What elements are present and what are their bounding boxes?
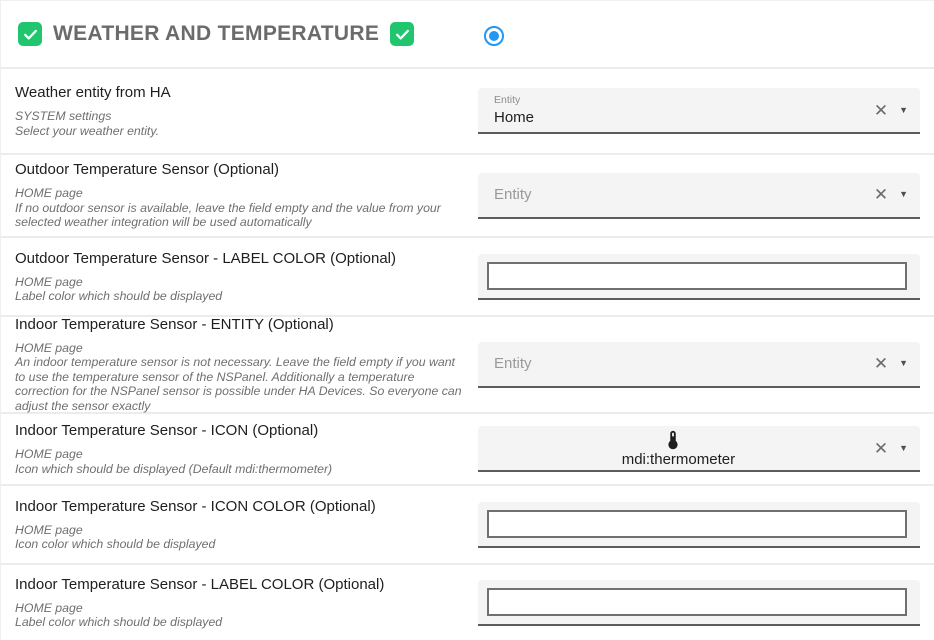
setting-title: Outdoor Temperature Sensor - LABEL COLOR… — [15, 250, 468, 267]
setting-text: Indoor Temperature Sensor - LABEL COLOR … — [1, 565, 478, 640]
setting-text: Weather entity from HA SYSTEM settings S… — [1, 69, 478, 153]
setting-subtitle: HOME page — [15, 447, 467, 462]
chevron-down-icon[interactable]: ▼ — [899, 106, 914, 115]
indoor-label-color-input[interactable] — [487, 588, 907, 616]
setting-subtitle: HOME page — [15, 523, 467, 538]
setting-title: Indoor Temperature Sensor - ICON COLOR (… — [15, 498, 468, 515]
setting-row-indoor-icon-color: Indoor Temperature Sensor - ICON COLOR (… — [1, 484, 934, 563]
setting-description: Label color which should be displayed — [15, 615, 467, 630]
weather-entity-select[interactable]: Entity Home ✕ ▼ — [478, 88, 920, 134]
radio-selected-icon[interactable] — [484, 26, 504, 46]
setting-description: Icon color which should be displayed — [15, 537, 467, 552]
outdoor-sensor-select[interactable]: Entity ✕ ▼ — [478, 173, 920, 219]
setting-subtitle: HOME page — [15, 341, 467, 356]
check-icon — [394, 26, 411, 43]
setting-subtitle: HOME page — [15, 275, 467, 290]
setting-title: Indoor Temperature Sensor - ICON (Option… — [15, 422, 468, 439]
section-header: WEATHER AND TEMPERATURE — [1, 1, 934, 67]
section-checkbox-left[interactable] — [18, 22, 42, 46]
setting-subtitle: SYSTEM settings — [15, 109, 467, 124]
setting-title: Indoor Temperature Sensor - ENTITY (Opti… — [15, 316, 468, 333]
setting-description: An indoor temperature sensor is not nece… — [15, 355, 467, 413]
clear-icon[interactable]: ✕ — [863, 186, 899, 203]
check-icon — [22, 26, 39, 43]
setting-row-outdoor-label-color: Outdoor Temperature Sensor - LABEL COLOR… — [1, 236, 934, 315]
setting-row-indoor-label-color: Indoor Temperature Sensor - LABEL COLOR … — [1, 563, 934, 640]
field-value: mdi:thermometer — [622, 451, 735, 468]
outdoor-label-color-input[interactable] — [487, 262, 907, 290]
thermometer-icon — [662, 429, 684, 451]
color-field — [478, 502, 920, 548]
indoor-icon-select[interactable]: mdi:thermometer ✕ ▼ — [478, 426, 920, 472]
color-field — [478, 254, 920, 300]
setting-text: Indoor Temperature Sensor - ENTITY (Opti… — [1, 317, 478, 412]
indoor-icon-color-input[interactable] — [487, 510, 907, 538]
setting-title: Weather entity from HA — [15, 84, 468, 101]
setting-text: Outdoor Temperature Sensor (Optional) HO… — [1, 155, 478, 236]
section-checkbox-right[interactable] — [390, 22, 414, 46]
settings-page: WEATHER AND TEMPERATURE Weather entity f… — [0, 0, 934, 640]
chevron-down-icon[interactable]: ▼ — [899, 190, 914, 199]
setting-row-indoor-icon: Indoor Temperature Sensor - ICON (Option… — [1, 412, 934, 484]
field-label: Entity — [494, 94, 863, 106]
setting-row-outdoor-sensor: Outdoor Temperature Sensor (Optional) HO… — [1, 153, 934, 236]
chevron-down-icon[interactable]: ▼ — [899, 444, 914, 453]
setting-row-indoor-entity: Indoor Temperature Sensor - ENTITY (Opti… — [1, 315, 934, 412]
setting-text: Indoor Temperature Sensor - ICON (Option… — [1, 414, 478, 484]
setting-text: Indoor Temperature Sensor - ICON COLOR (… — [1, 486, 478, 563]
indoor-entity-select[interactable]: Entity ✕ ▼ — [478, 342, 920, 388]
chevron-down-icon[interactable]: ▼ — [899, 359, 914, 368]
clear-icon[interactable]: ✕ — [863, 102, 899, 119]
setting-description: Select your weather entity. — [15, 124, 467, 139]
setting-text: Outdoor Temperature Sensor - LABEL COLOR… — [1, 238, 478, 315]
setting-row-weather-entity: Weather entity from HA SYSTEM settings S… — [1, 67, 934, 153]
setting-subtitle: HOME page — [15, 601, 467, 616]
field-value: Home — [494, 109, 863, 126]
setting-description: Label color which should be displayed — [15, 289, 467, 304]
setting-description: Icon which should be displayed (Default … — [15, 462, 467, 477]
field-placeholder: Entity — [494, 355, 863, 372]
setting-title: Outdoor Temperature Sensor (Optional) — [15, 161, 468, 178]
setting-description: If no outdoor sensor is available, leave… — [15, 201, 467, 230]
radio-dot — [489, 31, 499, 41]
section-title: WEATHER AND TEMPERATURE — [53, 22, 379, 46]
field-placeholder: Entity — [494, 186, 863, 203]
setting-title: Indoor Temperature Sensor - LABEL COLOR … — [15, 576, 468, 593]
clear-icon[interactable]: ✕ — [863, 355, 899, 372]
setting-subtitle: HOME page — [15, 186, 467, 201]
color-field — [478, 580, 920, 626]
clear-icon[interactable]: ✕ — [863, 440, 899, 457]
